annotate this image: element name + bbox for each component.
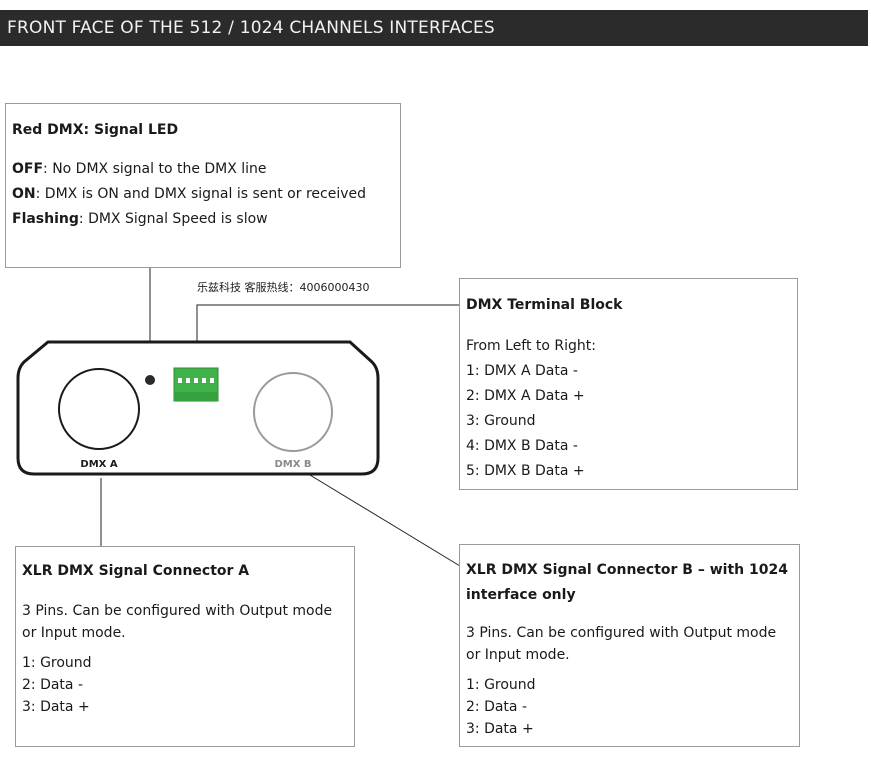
- xlr-b-pin: 3: Data +: [466, 721, 534, 737]
- xlr-a-description: 3 Pins. Can be configured with Output mo…: [22, 603, 333, 641]
- terminal-callout-title: DMX Terminal Block: [466, 297, 623, 313]
- port-b-label: DMX B: [274, 459, 311, 470]
- led-callout: Red DMX: Signal LED OFF: No DMX signal t…: [5, 103, 401, 268]
- led-line-on: ON: DMX is ON and DMX signal is sent or …: [12, 186, 366, 202]
- hotline-text: 乐兹科技 客服热线：4006000430: [197, 281, 370, 294]
- xlr-connector-b: [253, 372, 333, 452]
- xlr-a-pin: 2: Data -: [22, 677, 84, 693]
- xlr-b-description: 3 Pins. Can be configured with Output mo…: [466, 625, 777, 663]
- terminal-item: 1: DMX A Data -: [466, 363, 578, 379]
- signal-led: [145, 375, 155, 385]
- port-a-label: DMX A: [80, 459, 117, 470]
- xlr-a-pin: 3: Data +: [22, 699, 90, 715]
- led-line-off: OFF: No DMX signal to the DMX line: [12, 161, 267, 177]
- xlr-b-pin: 2: Data -: [466, 699, 528, 715]
- terminal-intro: From Left to Right:: [466, 338, 597, 354]
- terminal-block-base: [174, 392, 218, 401]
- xlr-a-callout-title: XLR DMX Signal Connector A: [22, 563, 250, 579]
- xlr-a-pin: 1: Ground: [22, 655, 92, 671]
- terminal-item: 5: DMX B Data +: [466, 463, 585, 479]
- led-callout-title: Red DMX: Signal LED: [12, 122, 179, 138]
- terminal-item: 4: DMX B Data -: [466, 438, 578, 454]
- terminal-item: 3: Ground: [466, 413, 536, 429]
- xlr-b-callout-title: XLR DMX Signal Connector B – with 1024 i…: [466, 562, 788, 603]
- terminal-item: 2: DMX A Data +: [466, 388, 585, 404]
- xlr-connector-a: [58, 368, 140, 450]
- xlr-a-callout: XLR DMX Signal Connector A 3 Pins. Can b…: [15, 546, 355, 747]
- led-line-flashing: Flashing: DMX Signal Speed is slow: [12, 211, 268, 227]
- xlr-b-callout: XLR DMX Signal Connector B – with 1024 i…: [459, 544, 800, 747]
- xlr-b-pin: 1: Ground: [466, 677, 536, 693]
- terminal-callout: DMX Terminal Block From Left to Right: 1…: [459, 278, 798, 490]
